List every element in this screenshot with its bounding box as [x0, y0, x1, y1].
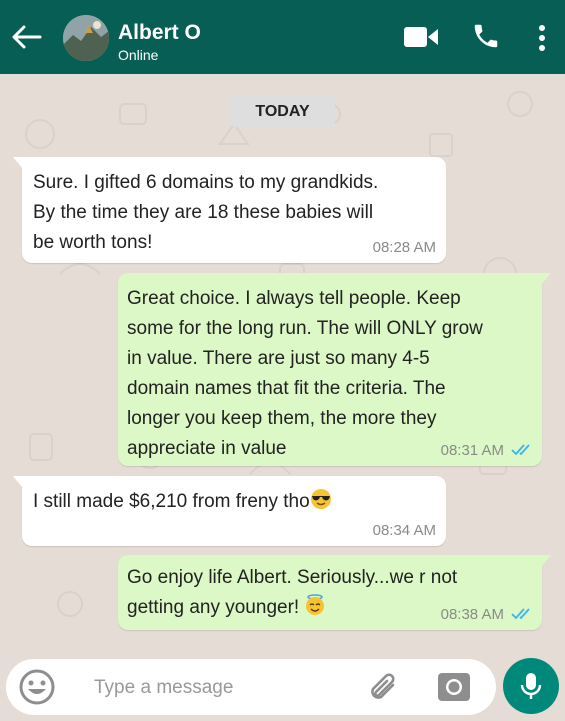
halo-face-emoji	[306, 594, 325, 615]
message-outgoing[interactable]: Great choice. I always tell people. Keep…	[118, 273, 551, 466]
message-line: longer you keep them, the more they	[127, 408, 437, 429]
chat-header: Albert O Online	[0, 0, 565, 74]
contact-name[interactable]: Albert O	[118, 21, 201, 45]
emoji-face-icon[interactable]	[18, 668, 56, 706]
mic-button[interactable]	[503, 658, 559, 714]
paperclip-icon[interactable]	[366, 670, 400, 704]
message-time: 08:34 AM	[372, 522, 436, 539]
message-line: some for the long run. The will ONLY gro…	[127, 318, 483, 339]
message-time: 08:38 AM	[440, 606, 504, 623]
message-input[interactable]	[92, 669, 346, 707]
message-time: 08:28 AM	[372, 239, 436, 256]
bubble-tail	[541, 555, 551, 567]
message-line: I still made $6,210 from freny tho	[33, 491, 310, 512]
message-line: in value. There are just so many 4-5	[127, 348, 430, 369]
message-line: Great choice. I always tell people. Keep	[127, 288, 461, 309]
message-line: be worth tons!	[33, 232, 153, 253]
microphone-icon	[520, 673, 542, 699]
contact-status: Online	[118, 47, 159, 63]
bubble-tail	[13, 476, 23, 488]
message-line: Go enjoy life Albert. Seriously...we r n…	[127, 567, 458, 588]
message-text: I still made $6,210 from freny tho	[33, 487, 332, 517]
camera-icon[interactable]	[436, 669, 472, 705]
double-check-read-icon	[511, 608, 530, 620]
message-line: Sure. I gifted 6 domains to my grandkids…	[33, 172, 379, 193]
message-line: By the time they are 18 these babies wil…	[33, 202, 374, 223]
message-text: Go enjoy life Albert. Seriously...we r n…	[127, 563, 457, 623]
avatar[interactable]	[63, 15, 109, 61]
date-divider: TODAY	[230, 96, 335, 127]
message-time: 08:31 AM	[440, 442, 504, 459]
sunglasses-face-emoji	[310, 489, 331, 509]
message-line: getting any younger!	[127, 597, 300, 618]
message-line: appreciate in value	[127, 438, 287, 459]
message-composer	[6, 659, 496, 715]
message-incoming[interactable]: I still made $6,210 from freny tho 08:34…	[13, 476, 446, 546]
message-incoming[interactable]: Sure. I gifted 6 domains to my grandkids…	[13, 157, 446, 263]
avatar-photo	[63, 15, 109, 61]
double-check-read-icon	[511, 444, 530, 456]
more-vertical-icon[interactable]	[536, 24, 548, 52]
arrow-left-icon[interactable]	[10, 22, 42, 52]
message-text: Sure. I gifted 6 domains to my grandkids…	[33, 168, 378, 258]
message-text: Great choice. I always tell people. Keep…	[127, 284, 483, 464]
message-outgoing[interactable]: Go enjoy life Albert. Seriously...we r n…	[118, 555, 551, 630]
bubble-tail	[13, 157, 23, 169]
bubble-tail	[541, 273, 551, 285]
message-line: domain names that fit the criteria. The	[127, 378, 446, 399]
video-call-icon[interactable]	[404, 26, 438, 48]
phone-call-icon[interactable]	[471, 21, 501, 51]
